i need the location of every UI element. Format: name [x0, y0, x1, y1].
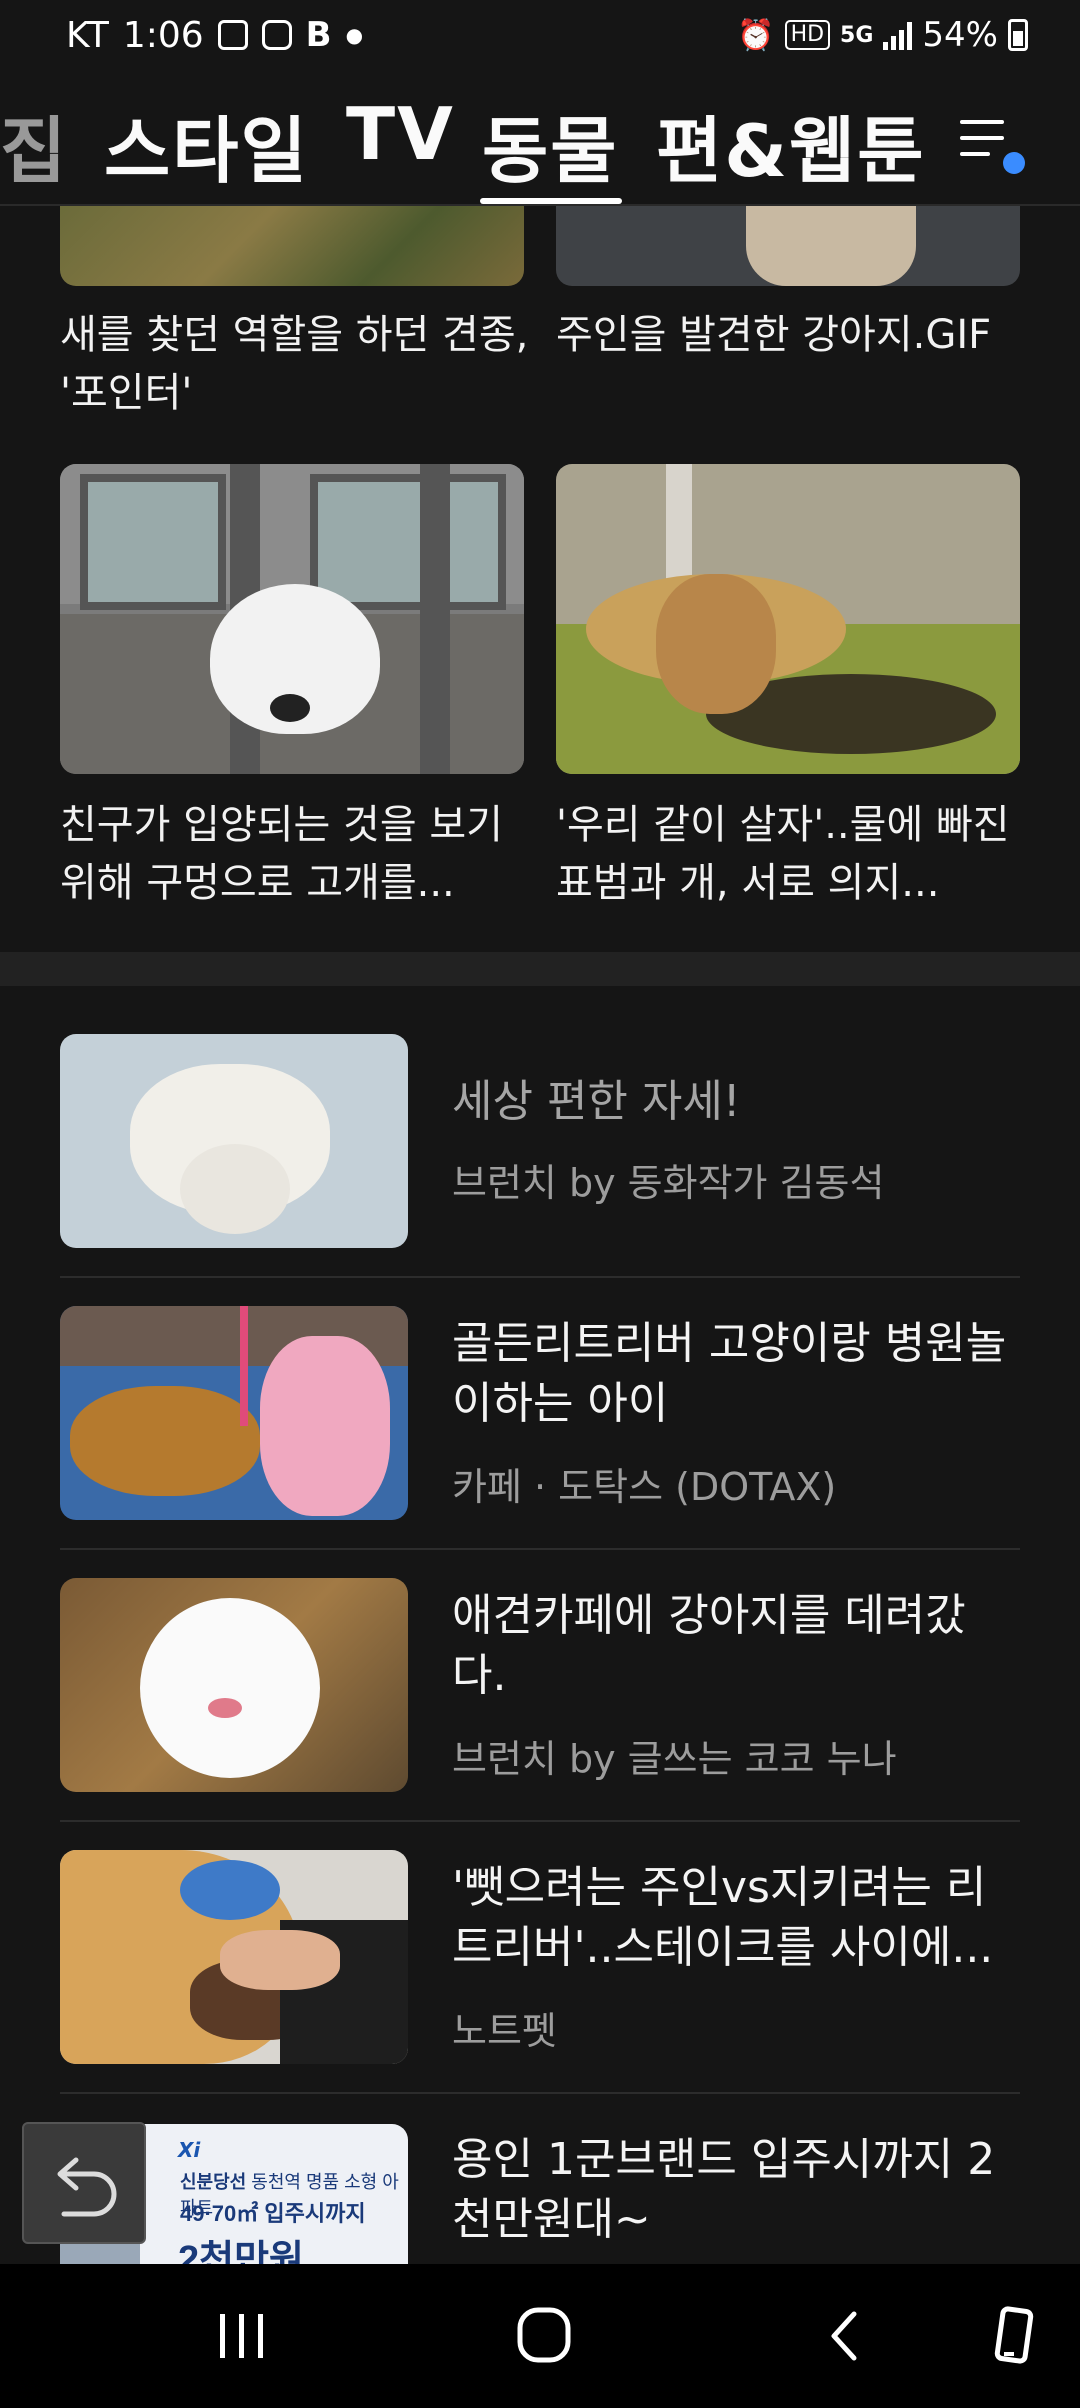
brand-b-icon: B: [305, 15, 332, 55]
carrier-label: KT: [66, 14, 109, 56]
ad-line3: 2천만원: [178, 2239, 305, 2264]
undo-arrow-icon: [57, 2157, 117, 2217]
grid-card-title-3[interactable]: 친구가 입양되는 것을 보기 위해 구멍으로 고개를...: [60, 796, 530, 912]
status-left: KT 1:06 B ●: [66, 8, 363, 62]
rotate-phone-icon: [994, 2306, 1034, 2364]
media-notification-icon: [261, 20, 292, 50]
grid-card-thumb-2[interactable]: [556, 206, 1020, 286]
list-divider: [60, 1820, 1020, 1822]
home-icon: [517, 2307, 571, 2363]
list-source-2: 카페 · 도탁스 (DOTAX): [452, 1465, 837, 1509]
tab-animals[interactable]: 동물: [482, 92, 618, 197]
ad-line2: 49·70㎡ 입주시까지: [180, 2201, 366, 2226]
category-tab-bar: 집 스타일 TV 동물 편&웹툰: [0, 80, 1080, 206]
battery-percent: 54%: [922, 15, 998, 55]
rotate-screen-button[interactable]: [976, 2304, 1056, 2368]
list-title-2[interactable]: 골든리트리버 고양이랑 병원놀이하는 아이: [452, 1314, 1012, 1434]
recent-apps-button[interactable]: [202, 2304, 282, 2368]
list-title-1[interactable]: 세상 편한 자세!: [452, 1072, 1012, 1132]
list-thumb-2[interactable]: [60, 1306, 408, 1520]
recent-apps-icon: [220, 2314, 263, 2358]
list-source-4: 노트펫: [452, 2009, 557, 2053]
list-thumb-3[interactable]: [60, 1578, 408, 1792]
floating-back-button[interactable]: [22, 2122, 146, 2244]
tab-selected-indicator: [480, 198, 622, 204]
grid-card-thumb-4[interactable]: [556, 464, 1020, 774]
system-navigation-bar: [0, 2264, 1080, 2408]
section-separator: [0, 952, 1080, 986]
grid-card-thumb-1[interactable]: [60, 206, 524, 286]
alarm-icon: ⏰: [737, 17, 775, 53]
hd-voice-icon: HD: [784, 20, 831, 50]
back-button[interactable]: [806, 2304, 886, 2368]
gallery-notification-icon: [217, 20, 248, 50]
ad-brand: 신분당선: [180, 2172, 247, 2192]
clock: 1:06: [122, 14, 204, 56]
home-button[interactable]: [504, 2304, 584, 2368]
tab-style[interactable]: 스타일: [104, 92, 309, 197]
status-right: ⏰ HD 5G 54%: [737, 8, 1028, 62]
ad-logo-icon: Xi: [178, 2138, 201, 2162]
list-source-1: 브런치 by 동화작가 김동석: [452, 1161, 885, 1205]
network-type-label: 5G: [840, 22, 874, 48]
list-divider: [60, 1548, 1020, 1550]
list-thumb-1[interactable]: [60, 1034, 408, 1248]
grid-card-title-2[interactable]: 주인을 발견한 강아지.GIF: [556, 306, 1026, 364]
grid-card-thumb-3[interactable]: [60, 464, 524, 774]
list-divider: [60, 1276, 1020, 1278]
tab-webtoon[interactable]: 편&웹툰: [656, 92, 926, 197]
signal-strength-icon: [883, 20, 913, 50]
status-bar: KT 1:06 B ● ⏰ HD 5G 54%: [0, 0, 1080, 70]
list-title-4[interactable]: '뺏으려는 주인vs지키려는 리트리버'..스테이크를 사이에...: [452, 1858, 1012, 1978]
tab-tv[interactable]: TV: [346, 92, 455, 176]
menu-icon[interactable]: [960, 120, 1004, 160]
back-chevron-icon: [831, 2311, 857, 2361]
list-title-5[interactable]: 용인 1군브랜드 입주시까지 2천만원대~: [452, 2130, 1012, 2250]
battery-icon: [1008, 19, 1028, 51]
grid-card-title-4[interactable]: '우리 같이 살자'..물에 빠진 표범과 개, 서로 의지...: [556, 796, 1026, 912]
grid-card-title-1[interactable]: 새를 찾던 역할을 하던 견종, '포인터': [60, 306, 530, 422]
notification-bell-icon: [1003, 152, 1025, 174]
more-notifications-dot-icon: ●: [345, 23, 364, 47]
list-divider: [60, 2092, 1020, 2094]
list-title-3[interactable]: 애견카페에 강아지를 데려갔다.: [452, 1586, 1012, 1706]
list-thumb-4[interactable]: [60, 1850, 408, 2064]
tab-partial[interactable]: 집: [0, 92, 68, 197]
list-source-3: 브런치 by 글쓰는 코코 누나: [452, 1737, 897, 1781]
